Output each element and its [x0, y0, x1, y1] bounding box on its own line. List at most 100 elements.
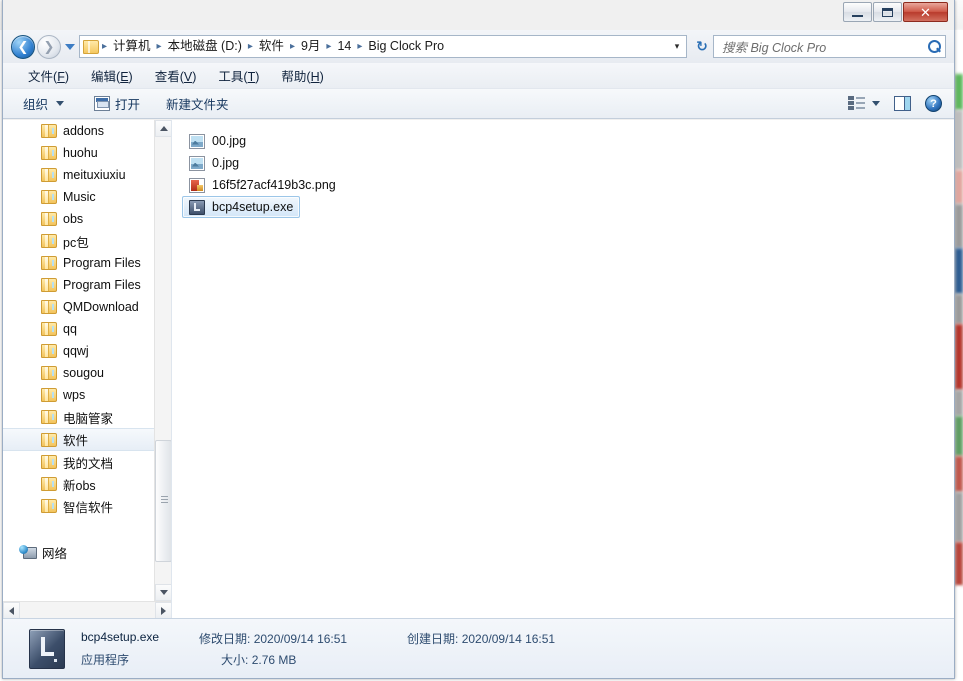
sidebar-item-label: 新obs — [63, 478, 96, 493]
breadcrumb-item-computer[interactable]: 计算机 — [108, 36, 156, 57]
sidebar-item-ruanjian[interactable]: 软件 — [3, 428, 154, 451]
chevron-down-icon — [159, 590, 168, 595]
menu-item-help-key: H — [310, 70, 320, 84]
list-item-selected[interactable]: bcp4setup.exe — [182, 196, 301, 218]
sidebar-item-label: 智信软件 — [63, 500, 114, 515]
sidebar-item-addons[interactable]: addons — [3, 120, 154, 142]
sidebar-item-music[interactable]: Music — [3, 186, 154, 208]
scroll-down-button[interactable] — [155, 584, 171, 601]
change-view-icon[interactable] — [848, 96, 865, 111]
sidebar-item-network[interactable]: 网络 — [3, 541, 154, 563]
command-toolbar: 组织 打开 新建文件夹 ? — [3, 89, 954, 119]
sidebar-item-meituxiuxiu[interactable]: meituxiuxiu — [3, 164, 154, 186]
sidebar-item-label: addons — [63, 124, 105, 138]
search-box[interactable]: 搜索 Big Clock Pro — [713, 35, 946, 58]
sidebar-item-huohu[interactable]: huohu — [3, 142, 154, 164]
breadcrumb-separator-5[interactable]: ▸ — [356, 36, 363, 57]
help-icon[interactable]: ? — [925, 95, 942, 112]
details-size-label: 大小: — [221, 652, 249, 667]
sidebar-item-pcbao[interactable]: pc包 — [3, 230, 154, 252]
sidebar-item-zhixinruanjian[interactable]: 智信软件 — [3, 495, 154, 517]
folder-icon — [41, 234, 57, 248]
search-icon[interactable] — [927, 39, 941, 54]
breadcrumb-separator-3[interactable]: ▸ — [289, 36, 296, 57]
window-caption-buttons: ✕ — [843, 2, 948, 22]
minimize-icon — [852, 14, 863, 17]
file-list[interactable]: 00.jpg 0.jpg 16f5f27acf419b3c.png bcp4se… — [172, 120, 954, 618]
sidebar-item-qq[interactable]: qq — [3, 318, 154, 340]
recent-locations-caret-icon[interactable] — [65, 43, 75, 50]
preview-pane-icon[interactable] — [894, 96, 911, 111]
sidebar-item-qmdownload[interactable]: QMDownload — [3, 296, 154, 318]
menu-item-tools[interactable]: 工具(T) — [207, 63, 270, 88]
close-button[interactable]: ✕ — [903, 2, 948, 22]
breadcrumb-item-september[interactable]: 9月 — [296, 36, 325, 57]
image-file-icon — [189, 133, 205, 149]
folder-icon — [41, 410, 57, 424]
file-name: 00.jpg — [212, 134, 247, 148]
details-size-value: 2.76 MB — [251, 652, 297, 667]
scrollbar-thumb[interactable] — [155, 440, 171, 562]
breadcrumb-separator-2[interactable]: ▸ — [247, 36, 254, 57]
scroll-right-button[interactable] — [155, 602, 171, 618]
chevron-down-icon[interactable]: ▾ — [670, 36, 684, 57]
breadcrumb[interactable]: ▸ 计算机 ▸ 本地磁盘 (D:) ▸ 软件 ▸ 9月 ▸ 14 ▸ Big C… — [79, 35, 687, 58]
image-file-icon — [189, 155, 205, 171]
organize-button[interactable]: 组织 — [15, 91, 72, 116]
toolbar-right-group: ? — [848, 95, 948, 112]
details-created-label: 创建日期: — [407, 631, 459, 646]
breadcrumb-item-big-clock-pro[interactable]: Big Clock Pro — [363, 36, 449, 57]
folder-icon — [41, 212, 57, 226]
png-file-icon — [189, 177, 205, 193]
organize-label: 组织 — [23, 98, 49, 112]
refresh-button[interactable]: ↻ — [691, 38, 713, 55]
list-item[interactable]: 00.jpg — [182, 130, 253, 152]
chevron-left-icon — [9, 606, 14, 615]
sidebar-item-obs[interactable]: obs — [3, 208, 154, 230]
main-content-area: addons huohu meituxiuxiu Music obs pc包 P… — [3, 120, 954, 618]
sidebar-item-diannaoguanjia[interactable]: 电脑管家 — [3, 406, 154, 428]
breadcrumb-item-software[interactable]: 软件 — [254, 36, 289, 57]
chevron-down-icon[interactable] — [872, 101, 880, 106]
sidebar-item-program-files-1[interactable]: Program Files — [3, 252, 154, 274]
sidebar-item-xinobs[interactable]: 新obs — [3, 473, 154, 495]
sidebar-item-sougou[interactable]: sougou — [3, 362, 154, 384]
list-item[interactable]: 0.jpg — [182, 152, 246, 174]
navigation-vertical-scrollbar[interactable] — [154, 120, 171, 601]
horizontal-scroll-track[interactable] — [20, 602, 155, 618]
navigation-horizontal-scrollbar[interactable] — [3, 601, 171, 618]
back-button[interactable]: ❮ — [11, 34, 35, 59]
sidebar-item-label: obs — [63, 212, 84, 226]
menu-item-edit[interactable]: 编辑(E) — [80, 63, 144, 88]
menu-item-file[interactable]: 文件(F) — [17, 63, 80, 88]
breadcrumb-item-14[interactable]: 14 — [332, 36, 356, 57]
search-input[interactable]: 搜索 Big Clock Pro — [722, 37, 927, 56]
folder-icon — [41, 477, 57, 491]
menu-item-view[interactable]: 查看(V) — [144, 63, 208, 88]
chevron-up-icon — [159, 126, 168, 131]
breadcrumb-item-local-disk-d[interactable]: 本地磁盘 (D:) — [163, 36, 247, 57]
maximize-button[interactable] — [873, 2, 902, 22]
sidebar-item-wodewendang[interactable]: 我的文档 — [3, 451, 154, 473]
minimize-button[interactable] — [843, 2, 872, 22]
sidebar-item-program-files-2[interactable]: Program Files — [3, 274, 154, 296]
forward-button[interactable]: ❯ — [37, 34, 61, 59]
breadcrumb-separator-4[interactable]: ▸ — [325, 36, 332, 57]
sidebar-item-label: pc包 — [63, 235, 89, 250]
list-item[interactable]: 16f5f27acf419b3c.png — [182, 174, 343, 196]
scroll-up-button[interactable] — [155, 120, 171, 137]
sidebar-item-qqwj[interactable]: qqwj — [3, 340, 154, 362]
folder-icon — [41, 168, 57, 182]
sidebar-item-label: 软件 — [63, 434, 89, 448]
forward-arrow-icon: ❯ — [43, 38, 55, 54]
open-button[interactable]: 打开 — [86, 91, 148, 116]
chevron-down-icon — [56, 101, 65, 106]
sidebar-item-wps[interactable]: wps — [3, 384, 154, 406]
scroll-left-button[interactable] — [3, 602, 20, 618]
sidebar-item-label: 电脑管家 — [63, 411, 114, 426]
menu-item-help[interactable]: 帮助(H) — [270, 63, 334, 88]
menu-item-file-key: F — [57, 70, 65, 84]
breadcrumb-separator-0[interactable]: ▸ — [101, 36, 108, 57]
new-folder-button[interactable]: 新建文件夹 — [158, 91, 237, 116]
breadcrumb-separator-1[interactable]: ▸ — [156, 36, 163, 57]
